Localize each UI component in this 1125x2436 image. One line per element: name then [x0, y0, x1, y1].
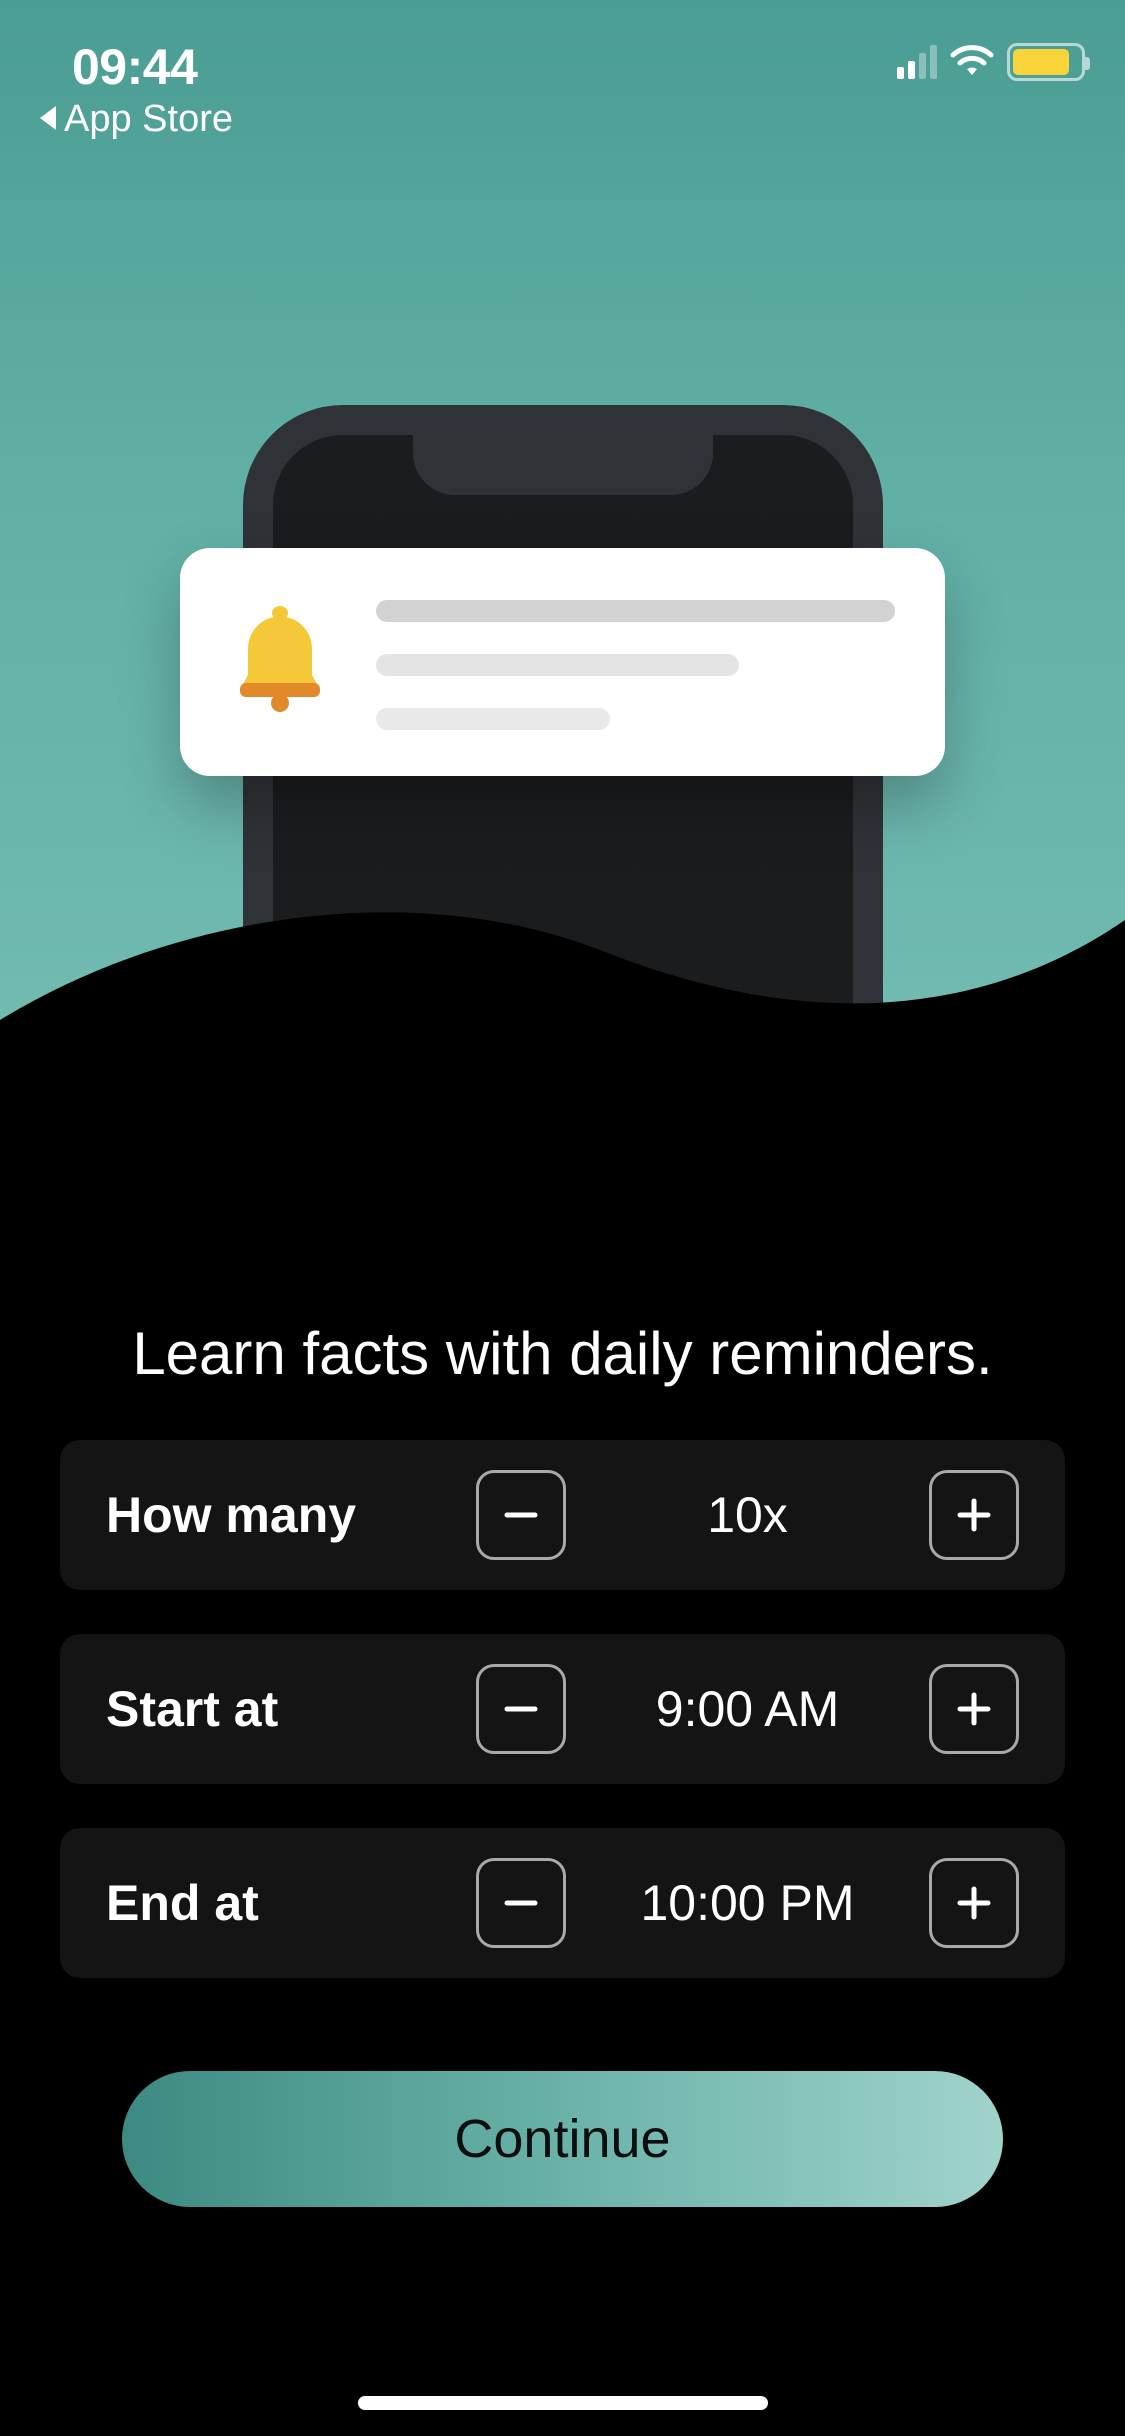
start-at-label: Start at	[106, 1680, 476, 1738]
plus-icon	[954, 1689, 994, 1729]
notification-preview	[180, 548, 945, 776]
back-to-app-store[interactable]: App Store	[38, 98, 233, 141]
start-at-row: Start at 9:00 AM	[60, 1634, 1065, 1784]
start-at-minus-button[interactable]	[476, 1664, 566, 1754]
how-many-label: How many	[106, 1486, 476, 1544]
end-at-label: End at	[106, 1874, 476, 1932]
how-many-row: How many 10x	[60, 1440, 1065, 1590]
battery-icon	[1007, 43, 1085, 81]
minus-icon	[501, 1689, 541, 1729]
how-many-stepper: 10x	[476, 1470, 1019, 1560]
minus-icon	[501, 1883, 541, 1923]
back-chevron-icon	[38, 98, 58, 141]
end-at-minus-button[interactable]	[476, 1858, 566, 1948]
minus-icon	[501, 1495, 541, 1535]
start-at-stepper: 9:00 AM	[476, 1664, 1019, 1754]
plus-icon	[954, 1495, 994, 1535]
clock-time: 09:44	[72, 38, 197, 96]
continue-button[interactable]: Continue	[122, 2071, 1003, 2207]
page-heading: Learn facts with daily reminders.	[0, 1319, 1125, 1388]
end-at-row: End at 10:00 PM	[60, 1828, 1065, 1978]
back-label: App Store	[64, 98, 233, 141]
bell-icon	[230, 605, 330, 720]
wifi-icon	[949, 45, 995, 79]
start-at-value: 9:00 AM	[566, 1680, 929, 1738]
plus-icon	[954, 1883, 994, 1923]
how-many-minus-button[interactable]	[476, 1470, 566, 1560]
end-at-plus-button[interactable]	[929, 1858, 1019, 1948]
continue-label: Continue	[454, 2108, 670, 2170]
end-at-stepper: 10:00 PM	[476, 1858, 1019, 1948]
how-many-value: 10x	[566, 1486, 929, 1544]
cellular-signal-icon	[897, 45, 937, 79]
status-bar: 09:44 App Store	[0, 0, 1125, 130]
end-at-value: 10:00 PM	[566, 1874, 929, 1932]
home-indicator[interactable]	[358, 2396, 768, 2410]
start-at-plus-button[interactable]	[929, 1664, 1019, 1754]
how-many-plus-button[interactable]	[929, 1470, 1019, 1560]
notification-text-placeholder	[376, 594, 895, 730]
